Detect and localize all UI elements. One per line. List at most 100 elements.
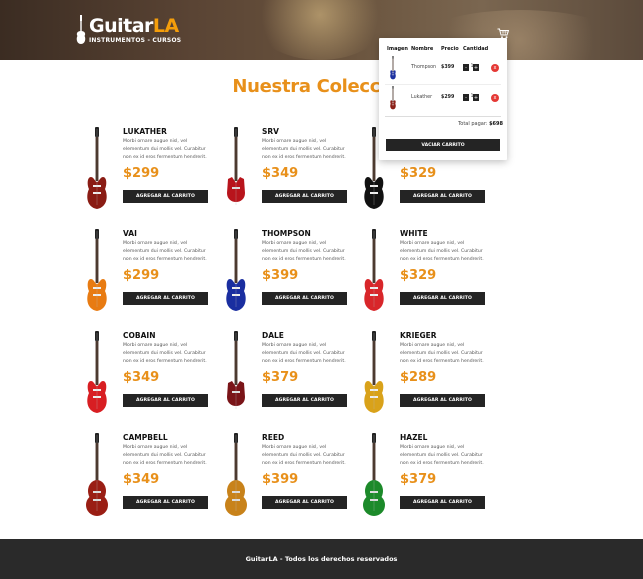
cart-item-row: Lukather $299-1 + x xyxy=(379,86,507,118)
product-name: REED xyxy=(262,433,285,442)
add-to-cart-button[interactable]: AGREGAR AL CARRITO xyxy=(262,496,347,509)
product-description: Morbi ornare augue nisl, vel elementum d… xyxy=(262,241,346,262)
guitar-image xyxy=(86,433,108,516)
product-card: KRIEGER Morbi ornare augue nisl, vel elem… xyxy=(362,331,487,421)
cart-total: Total pagar: $698 xyxy=(458,121,503,127)
product-description: Morbi ornare augue nisl, vel elementum d… xyxy=(262,445,346,466)
cart-header-price: Precio xyxy=(441,46,459,52)
add-to-cart-button[interactable]: AGREGAR AL CARRITO xyxy=(262,190,347,203)
add-to-cart-button[interactable]: AGREGAR AL CARRITO xyxy=(123,190,208,203)
product-name: CAMPBELL xyxy=(123,433,168,442)
product-name: THOMPSON xyxy=(262,229,311,238)
product-name: COBAIN xyxy=(123,331,156,340)
product-name: KRIEGER xyxy=(400,331,437,340)
footer: GuitarLA - Todos los derechos reservados xyxy=(0,539,643,579)
guitar-image xyxy=(390,56,396,80)
brand-name: GuitarLA xyxy=(89,14,179,37)
guitar-image xyxy=(226,229,246,311)
product-description: Morbi ornare augue nisl, vel elementum d… xyxy=(123,241,207,262)
remove-item-button[interactable]: x xyxy=(491,94,499,102)
header-background-glow xyxy=(250,0,390,60)
page-title: Nuestra Colección xyxy=(232,76,411,97)
product-card: THOMPSON Morbi ornare augue nisl, vel ele… xyxy=(224,229,349,319)
cart-header-image: Imagen xyxy=(387,46,408,52)
product-price: $379 xyxy=(262,370,299,385)
guitar-image xyxy=(390,86,396,110)
product-description: Morbi ornare augue nisl, vel elementum d… xyxy=(123,343,207,364)
product-price: $289 xyxy=(400,370,437,385)
cart-row-divider xyxy=(385,84,501,85)
product-description: Morbi ornare augue nisl, vel elementum d… xyxy=(123,445,207,466)
guitar-image xyxy=(227,127,245,205)
add-to-cart-button[interactable]: AGREGAR AL CARRITO xyxy=(400,190,485,203)
guitar-image xyxy=(87,331,107,413)
brand-tagline: INSTRUMENTOS - CURSOS xyxy=(89,36,182,44)
product-price: $349 xyxy=(123,472,160,487)
guitar-image xyxy=(364,331,384,413)
guitar-image xyxy=(87,127,107,209)
header: GuitarLA INSTRUMENTOS - CURSOS xyxy=(0,0,643,60)
add-to-cart-button[interactable]: AGREGAR AL CARRITO xyxy=(123,292,208,305)
product-card: CAMPBELL Morbi ornare augue nisl, vel ele… xyxy=(85,433,210,523)
cart-item-price: $399 xyxy=(441,65,455,70)
increase-quantity-button[interactable]: + xyxy=(473,94,479,101)
product-price: $329 xyxy=(400,268,437,283)
cart-header-name: Nombre xyxy=(411,46,434,52)
product-card: DALE Morbi ornare augue nisl, vel element… xyxy=(224,331,349,421)
add-to-cart-button[interactable]: AGREGAR AL CARRITO xyxy=(400,496,485,509)
guitar-image xyxy=(87,229,107,311)
product-name: HAZEL xyxy=(400,433,428,442)
product-price: $399 xyxy=(262,472,299,487)
product-price: $349 xyxy=(123,370,160,385)
add-to-cart-button[interactable]: AGREGAR AL CARRITO xyxy=(123,496,208,509)
add-to-cart-button[interactable]: AGREGAR AL CARRITO xyxy=(262,292,347,305)
product-description: Morbi ornare augue nisl, vel elementum d… xyxy=(262,343,346,364)
cart-dropdown: Imagen Nombre Precio Cantidad Thompson $3… xyxy=(379,38,507,160)
product-price: $379 xyxy=(400,472,437,487)
product-card: REED Morbi ornare augue nisl, vel element… xyxy=(224,433,349,523)
cart-header-quantity: Cantidad xyxy=(463,46,489,52)
product-price: $399 xyxy=(262,268,299,283)
guitar-icon xyxy=(76,15,86,44)
product-price: $329 xyxy=(400,166,437,181)
product-card: VAI Morbi ornare augue nisl, vel elementu… xyxy=(85,229,210,319)
product-name: SRV xyxy=(262,127,279,136)
guitar-image xyxy=(364,229,384,311)
cart-item-name: Thompson xyxy=(411,65,437,70)
product-price: $299 xyxy=(123,166,160,181)
guitar-image xyxy=(363,433,385,516)
product-description: Morbi ornare augue nisl, vel elementum d… xyxy=(123,139,207,160)
product-price: $299 xyxy=(123,268,160,283)
product-card: WHITE Morbi ornare augue nisl, vel elemen… xyxy=(362,229,487,319)
product-name: VAI xyxy=(123,229,137,238)
guitar-image xyxy=(227,331,245,409)
product-card: HAZEL Morbi ornare augue nisl, vel elemen… xyxy=(362,433,487,523)
add-to-cart-button[interactable]: AGREGAR AL CARRITO xyxy=(400,394,485,407)
product-name: LUKATHER xyxy=(123,127,167,136)
add-to-cart-button[interactable]: AGREGAR AL CARRITO xyxy=(262,394,347,407)
product-description: Morbi ornare augue nisl, vel elementum d… xyxy=(400,241,484,262)
cart-total-value: $698 xyxy=(489,121,503,127)
add-to-cart-button[interactable]: AGREGAR AL CARRITO xyxy=(400,292,485,305)
product-description: Morbi ornare augue nisl, vel elementum d… xyxy=(400,343,484,364)
empty-cart-button[interactable]: VACIAR CARRITO xyxy=(386,139,500,151)
product-card: COBAIN Morbi ornare augue nisl, vel eleme… xyxy=(85,331,210,421)
remove-item-button[interactable]: x xyxy=(491,64,499,72)
product-price: $349 xyxy=(262,166,299,181)
cart-divider xyxy=(385,116,501,117)
decrease-quantity-button[interactable]: - xyxy=(463,94,469,101)
product-description: Morbi ornare augue nisl, vel elementum d… xyxy=(400,445,484,466)
add-to-cart-button[interactable]: AGREGAR AL CARRITO xyxy=(123,394,208,407)
logo[interactable]: GuitarLA INSTRUMENTOS - CURSOS xyxy=(76,14,181,46)
product-card: LUKATHER Morbi ornare augue nisl, vel ele… xyxy=(85,127,210,217)
increase-quantity-button[interactable]: + xyxy=(473,64,479,71)
cart-item-name: Lukather xyxy=(411,95,433,100)
product-card: SRV Morbi ornare augue nisl, vel elementu… xyxy=(224,127,349,217)
decrease-quantity-button[interactable]: - xyxy=(463,64,469,71)
product-name: DALE xyxy=(262,331,284,340)
footer-copyright: GuitarLA - Todos los derechos reservados xyxy=(245,555,398,563)
guitar-image xyxy=(225,433,247,516)
cart-item-price: $299 xyxy=(441,95,455,100)
product-name: WHITE xyxy=(400,229,428,238)
product-description: Morbi ornare augue nisl, vel elementum d… xyxy=(262,139,346,160)
